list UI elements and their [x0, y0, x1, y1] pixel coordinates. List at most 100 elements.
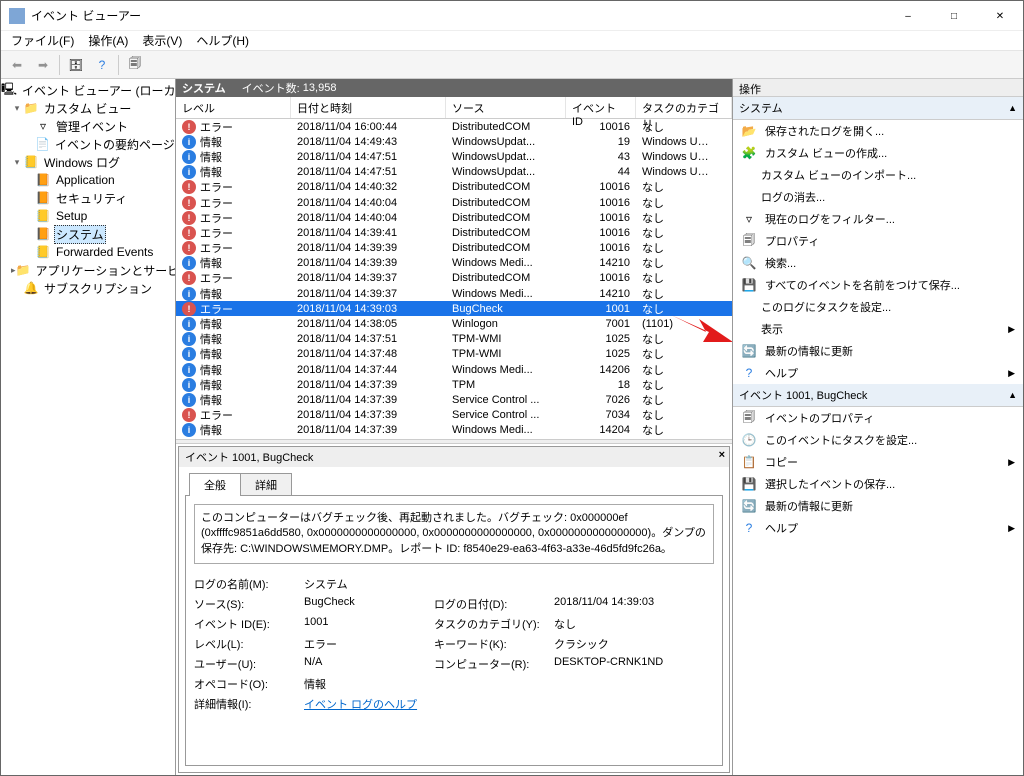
- table-row[interactable]: i情報2018/11/04 14:37:51TPM-WMI1025なし: [176, 332, 732, 347]
- action-save-selected[interactable]: 💾選択したイベントの保存...: [733, 473, 1023, 495]
- tab-details[interactable]: 詳細: [240, 473, 292, 496]
- action-find[interactable]: 🔍検索...: [733, 252, 1023, 274]
- action-properties[interactable]: 🗐プロパティ: [733, 230, 1023, 252]
- action-event-properties[interactable]: 🗐イベントのプロパティ: [733, 407, 1023, 429]
- table-row[interactable]: i情報2018/11/04 14:37:48TPM-WMI1025なし: [176, 347, 732, 362]
- tree-pane[interactable]: 🖳イベント ビューアー (ローカル) ▾📁カスタム ビュー ▿管理イベント 📄イ…: [1, 79, 176, 775]
- tree-app-svc[interactable]: アプリケーションとサービス ログ: [33, 262, 176, 279]
- detail-close-button[interactable]: ×: [719, 449, 725, 461]
- table-row[interactable]: !エラー2018/11/04 14:40:04DistributedCOM100…: [176, 195, 732, 210]
- table-row[interactable]: i情報2018/11/04 14:47:51WindowsUpdat...43W…: [176, 149, 732, 164]
- tree-subscriptions[interactable]: サブスクリプション: [42, 280, 154, 297]
- action-create-custom-view[interactable]: 🧩カスタム ビューの作成...: [733, 142, 1023, 164]
- menu-help[interactable]: ヘルプ(H): [190, 30, 255, 51]
- table-row[interactable]: !エラー2018/11/04 14:40:32DistributedCOM100…: [176, 180, 732, 195]
- cell-date: 2018/11/04 14:38:05: [291, 318, 446, 330]
- table-row[interactable]: i情報2018/11/04 14:37:39TPM18なし: [176, 377, 732, 392]
- info-icon: i: [182, 378, 196, 392]
- info-icon: i: [182, 393, 196, 407]
- expand-icon[interactable]: ▾: [11, 103, 23, 114]
- menu-action[interactable]: 操作(A): [82, 30, 134, 51]
- action-help[interactable]: ?ヘルプ▶: [733, 362, 1023, 384]
- log-icon: 📙: [35, 173, 51, 187]
- titlebar: イベント ビューアー ‒ □ ✕: [1, 1, 1023, 31]
- action-attach-task-log[interactable]: このログにタスクを設定...: [733, 296, 1023, 318]
- table-row[interactable]: !エラー2018/11/04 14:40:04DistributedCOM100…: [176, 210, 732, 225]
- tree-forwarded[interactable]: Forwarded Events: [54, 245, 155, 259]
- table-row[interactable]: i情報2018/11/04 14:37:44Windows Medi...142…: [176, 362, 732, 377]
- cell-id: 44: [566, 166, 636, 178]
- value-user: N/A: [304, 656, 434, 672]
- action-filter-log[interactable]: ▿現在のログをフィルター...: [733, 208, 1023, 230]
- tree-windows-logs[interactable]: Windows ログ: [42, 154, 122, 171]
- table-row[interactable]: i情報2018/11/04 14:37:39Windows Medi...142…: [176, 423, 732, 438]
- action-help-event[interactable]: ?ヘルプ▶: [733, 517, 1023, 539]
- cell-source: TPM-WMI: [446, 348, 566, 360]
- col-source[interactable]: ソース: [446, 97, 566, 118]
- table-row[interactable]: !エラー2018/11/04 14:39:41DistributedCOM100…: [176, 225, 732, 240]
- action-clear-log[interactable]: ログの消去...: [733, 186, 1023, 208]
- cell-category: なし: [636, 286, 716, 302]
- properties-button[interactable]: 🗐: [123, 53, 147, 77]
- col-id[interactable]: イベント ID: [566, 97, 636, 118]
- action-view[interactable]: 表示▶: [733, 318, 1023, 340]
- action-refresh-event[interactable]: 🔄最新の情報に更新: [733, 495, 1023, 517]
- table-row[interactable]: i情報2018/11/04 14:39:37Windows Medi...142…: [176, 286, 732, 301]
- close-button[interactable]: ✕: [977, 1, 1023, 31]
- table-row[interactable]: !エラー2018/11/04 14:39:03BugCheck1001なし: [176, 301, 732, 316]
- action-section-event[interactable]: イベント 1001, BugCheck▲: [733, 384, 1023, 407]
- tab-general[interactable]: 全般: [189, 473, 241, 496]
- table-row[interactable]: i情報2018/11/04 14:49:43WindowsUpdat...19W…: [176, 134, 732, 149]
- cell-date: 2018/11/04 14:47:51: [291, 166, 446, 178]
- horizontal-splitter[interactable]: [176, 439, 732, 444]
- table-row[interactable]: i情報2018/11/04 14:39:39Windows Medi...142…: [176, 256, 732, 271]
- action-copy[interactable]: 📋コピー▶: [733, 451, 1023, 473]
- tree-security[interactable]: セキュリティ: [54, 190, 129, 207]
- col-level[interactable]: レベル: [176, 97, 291, 118]
- forward-button: ➡: [31, 53, 55, 77]
- table-row[interactable]: !エラー2018/11/04 14:37:39Service Control .…: [176, 408, 732, 423]
- cell-id: 7026: [566, 394, 636, 406]
- action-event-attach-task[interactable]: 🕒このイベントにタスクを設定...: [733, 429, 1023, 451]
- tree-system[interactable]: システム: [54, 225, 106, 244]
- minimize-button[interactable]: ‒: [885, 1, 931, 31]
- action-open-saved-log[interactable]: 📂保存されたログを開く...: [733, 120, 1023, 142]
- col-date[interactable]: 日付と時刻: [291, 97, 446, 118]
- maximize-button[interactable]: □: [931, 1, 977, 31]
- cell-id: 10016: [566, 242, 636, 254]
- folder-icon: 📒: [23, 155, 39, 169]
- window-title: イベント ビューアー: [31, 7, 141, 24]
- action-save-all[interactable]: 💾すべてのイベントを名前をつけて保存...: [733, 274, 1023, 296]
- action-section-system[interactable]: システム▲: [733, 97, 1023, 120]
- label-computer: コンピューター(R):: [434, 656, 554, 672]
- table-row[interactable]: !エラー2018/11/04 14:39:37DistributedCOM100…: [176, 271, 732, 286]
- table-row[interactable]: i情報2018/11/04 14:47:51WindowsUpdat...44W…: [176, 165, 732, 180]
- error-icon: !: [182, 196, 196, 210]
- col-category[interactable]: タスクのカテゴリ: [636, 97, 732, 118]
- menu-file[interactable]: ファイル(F): [5, 30, 80, 51]
- action-refresh[interactable]: 🔄最新の情報に更新: [733, 340, 1023, 362]
- cell-category: なし: [636, 240, 716, 256]
- event-rows[interactable]: !エラー2018/11/04 16:00:44DistributedCOM100…: [176, 119, 732, 439]
- tree-admin-events[interactable]: 管理イベント: [54, 118, 130, 135]
- tree-summary[interactable]: イベントの要約ページ: [53, 136, 176, 153]
- tree-root[interactable]: イベント ビューアー (ローカル): [20, 82, 176, 99]
- tree-setup[interactable]: Setup: [54, 209, 89, 223]
- action-import-custom-view[interactable]: カスタム ビューのインポート...: [733, 164, 1023, 186]
- event-message: このコンピューターはバグチェック後、再起動されました。バグチェック: 0x000…: [194, 504, 714, 564]
- expand-icon[interactable]: ▾: [11, 157, 23, 168]
- table-row[interactable]: !エラー2018/11/04 14:39:39DistributedCOM100…: [176, 241, 732, 256]
- tree-custom-views[interactable]: カスタム ビュー: [42, 100, 133, 117]
- table-row[interactable]: i情報2018/11/04 14:38:05Winlogon7001(1101): [176, 316, 732, 331]
- help-button[interactable]: ?: [90, 53, 114, 77]
- menu-view[interactable]: 表示(V): [136, 30, 188, 51]
- cell-id: 10016: [566, 197, 636, 209]
- actions-title: 操作: [733, 79, 1023, 97]
- cell-date: 2018/11/04 14:39:39: [291, 257, 446, 269]
- link-eventlog-help[interactable]: イベント ログのヘルプ: [304, 699, 417, 711]
- table-row[interactable]: !エラー2018/11/04 16:00:44DistributedCOM100…: [176, 119, 732, 134]
- tree-application[interactable]: Application: [54, 173, 117, 187]
- show-hide-tree-button[interactable]: 🗄: [64, 53, 88, 77]
- value-logname: システム: [304, 576, 434, 592]
- table-row[interactable]: i情報2018/11/04 14:37:39Service Control ..…: [176, 392, 732, 407]
